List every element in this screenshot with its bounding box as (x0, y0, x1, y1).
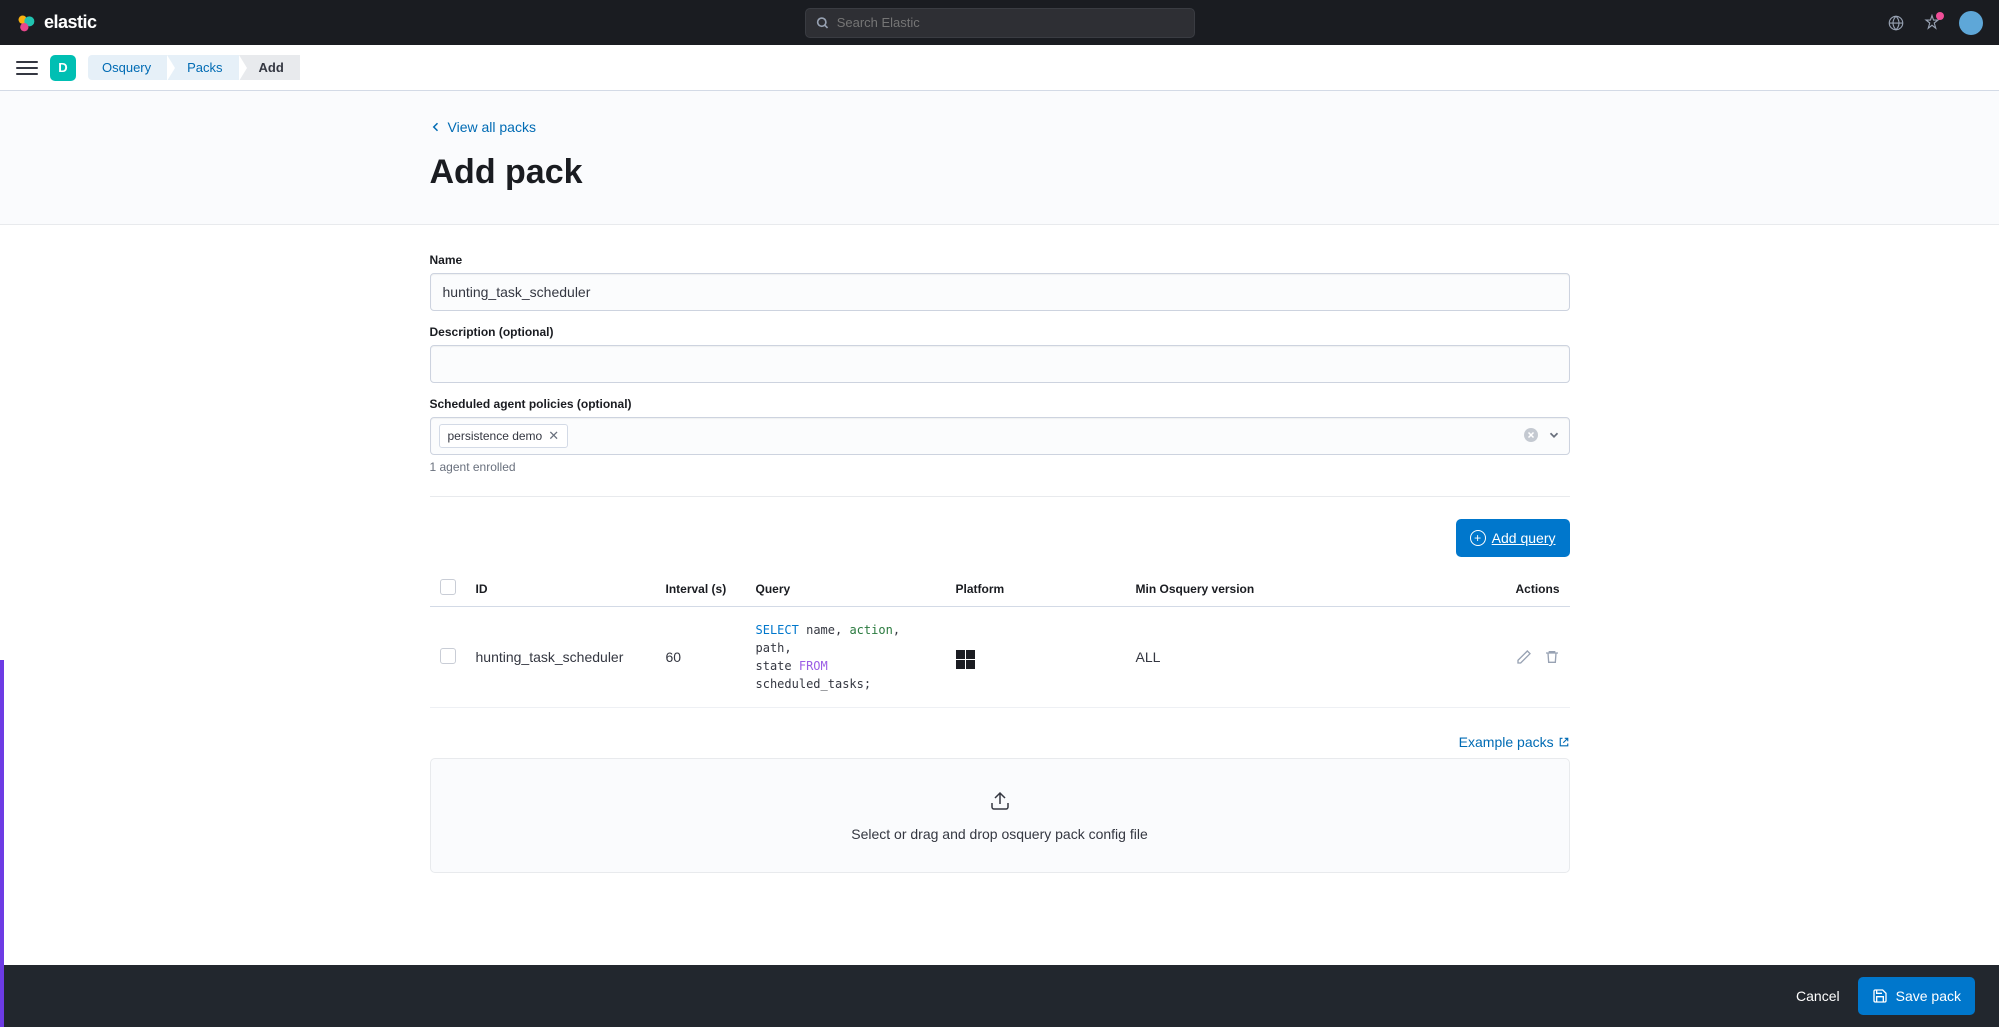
row-checkbox[interactable] (440, 648, 456, 664)
name-input[interactable] (430, 273, 1570, 311)
description-label: Description (optional) (430, 325, 1570, 339)
upload-icon (988, 789, 1012, 813)
breadcrumb-osquery[interactable]: Osquery (88, 55, 167, 80)
edit-icon[interactable] (1516, 649, 1532, 665)
nav-toggle-icon[interactable] (16, 57, 38, 79)
col-id: ID (466, 571, 656, 607)
example-packs-link[interactable]: Example packs (1459, 734, 1570, 750)
save-pack-button[interactable]: Save pack (1858, 977, 1975, 1015)
header-right (1887, 11, 1983, 35)
upload-dropzone[interactable]: Select or drag and drop osquery pack con… (430, 758, 1570, 873)
col-platform: Platform (946, 571, 1126, 607)
left-accent-strip (0, 660, 4, 1027)
clear-all-icon[interactable] (1523, 427, 1539, 446)
remove-pill-icon[interactable]: ✕ (548, 428, 559, 444)
breadcrumb-packs[interactable]: Packs (167, 55, 238, 80)
page-title: Add pack (430, 153, 1570, 192)
global-search[interactable] (805, 8, 1195, 38)
add-query-label: Add query (1492, 530, 1556, 546)
sub-header: D Osquery Packs Add (0, 45, 1999, 91)
cell-platform (946, 607, 1126, 708)
col-min-version: Min Osquery version (1126, 571, 1470, 607)
policy-pill: persistence demo ✕ (439, 424, 569, 448)
policies-combobox[interactable]: persistence demo ✕ (430, 417, 1570, 455)
table-row: hunting_task_scheduler 60 SELECT name, a… (430, 607, 1570, 708)
chevron-down-icon[interactable] (1547, 428, 1561, 445)
external-link-icon (1558, 736, 1570, 748)
elastic-logo-icon (16, 13, 36, 33)
delete-icon[interactable] (1544, 649, 1560, 665)
breadcrumbs: Osquery Packs Add (88, 55, 300, 80)
description-input[interactable] (430, 345, 1570, 383)
globe-icon[interactable] (1887, 14, 1905, 32)
bottom-bar: Cancel Save pack (0, 965, 1999, 1027)
dropzone-text: Select or drag and drop osquery pack con… (461, 826, 1539, 842)
save-icon (1872, 988, 1888, 1004)
plus-circle-icon: + (1470, 530, 1486, 546)
policy-pill-label: persistence demo (448, 429, 543, 443)
back-link-label: View all packs (448, 119, 536, 135)
col-interval: Interval (s) (656, 571, 746, 607)
search-icon (816, 16, 829, 30)
page-header: View all packs Add pack (0, 91, 1999, 225)
chevron-left-icon (430, 121, 442, 133)
policies-label: Scheduled agent policies (optional) (430, 397, 1570, 411)
cell-min-version: ALL (1126, 607, 1470, 708)
user-avatar[interactable] (1959, 11, 1983, 35)
search-input[interactable] (837, 15, 1184, 30)
select-all-checkbox[interactable] (440, 579, 456, 595)
policies-help-text: 1 agent enrolled (430, 460, 1570, 474)
divider (430, 496, 1570, 497)
cell-interval: 60 (656, 607, 746, 708)
brand-text: elastic (44, 12, 97, 33)
save-pack-label: Save pack (1896, 988, 1961, 1004)
add-query-button[interactable]: + Add query (1456, 519, 1570, 557)
notification-dot (1936, 12, 1944, 20)
col-query: Query (746, 571, 946, 607)
space-badge[interactable]: D (50, 55, 76, 81)
brand-logo[interactable]: elastic (16, 12, 97, 33)
cell-id: hunting_task_scheduler (466, 607, 656, 708)
col-actions: Actions (1470, 571, 1570, 607)
name-label: Name (430, 253, 1570, 267)
form: Name Description (optional) Scheduled ag… (430, 225, 1570, 923)
cell-query: SELECT name, action, path, state FROM sc… (746, 607, 946, 708)
windows-icon (956, 650, 975, 669)
queries-table: ID Interval (s) Query Platform Min Osque… (430, 571, 1570, 708)
news-feed-icon[interactable] (1923, 14, 1941, 32)
back-link[interactable]: View all packs (430, 119, 536, 135)
cancel-button[interactable]: Cancel (1796, 988, 1840, 1004)
breadcrumb-add: Add (239, 55, 300, 80)
top-header: elastic (0, 0, 1999, 45)
